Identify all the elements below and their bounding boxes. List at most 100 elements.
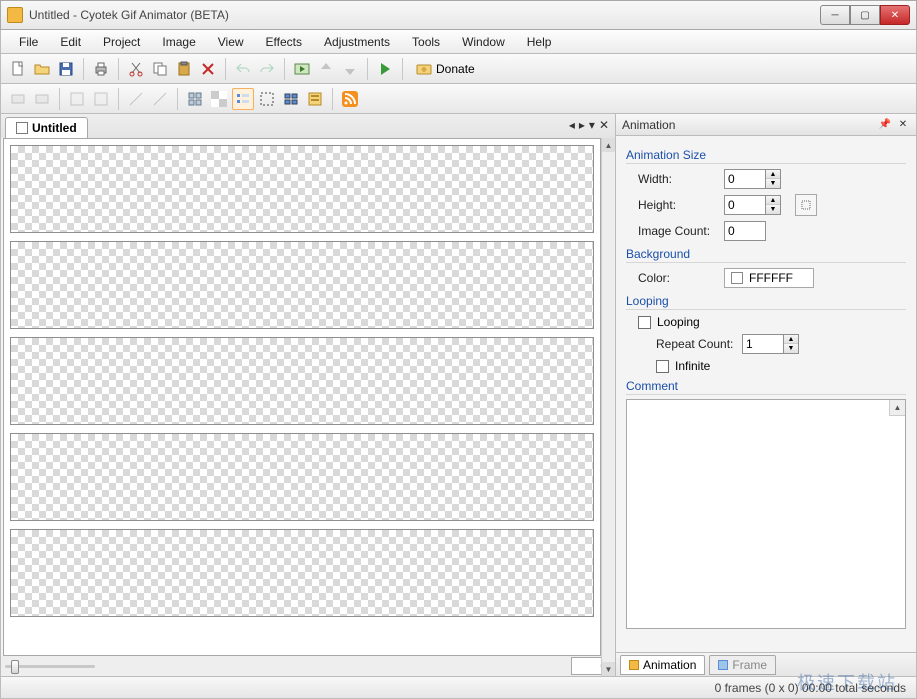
menu-view[interactable]: View [208,33,254,51]
tab-frame-label: Frame [732,658,767,672]
panel-tabs: Animation Frame [616,652,916,676]
comment-textarea[interactable]: ▲ [626,399,906,629]
repeat-down[interactable]: ▼ [784,344,798,353]
panel-title: Animation [622,118,874,132]
minimize-button[interactable]: ─ [820,5,850,25]
height-up[interactable]: ▲ [766,196,780,205]
tab-frame[interactable]: Frame [709,655,776,675]
looping-checkbox[interactable] [638,316,651,329]
tab-animation-icon [629,660,639,670]
infinite-checkbox-label: Infinite [675,359,710,373]
donate-label: Donate [436,62,475,76]
document-tabs: Untitled ◂ ▸ ▾ ✕ [1,114,615,138]
document-tab-label: Untitled [32,121,77,135]
section-comment: Comment [626,379,906,395]
select-icon[interactable] [256,88,278,110]
tool-a[interactable] [7,88,29,110]
save-button[interactable] [55,58,77,80]
donate-button[interactable]: Donate [409,58,482,80]
print-button[interactable] [90,58,112,80]
delete-button[interactable] [197,58,219,80]
thumb-view-icon[interactable] [280,88,302,110]
window-title: Untitled - Cyotek Gif Animator (BETA) [29,8,820,22]
infinite-checkbox[interactable] [656,360,669,373]
preview-button[interactable] [291,58,313,80]
redo-button[interactable] [256,58,278,80]
checker-icon[interactable] [208,88,230,110]
tool-e[interactable] [125,88,147,110]
frame-item[interactable] [10,337,594,425]
comment-scroll-up[interactable]: ▲ [889,400,905,416]
menu-window[interactable]: Window [452,33,515,51]
workspace: Untitled ◂ ▸ ▾ ✕ ▲ ▼ [0,114,917,677]
repeat-up[interactable]: ▲ [784,335,798,344]
copy-button[interactable] [149,58,171,80]
tool-f[interactable] [149,88,171,110]
tab-animation[interactable]: Animation [620,655,705,675]
height-input[interactable] [724,195,766,215]
app-icon [7,7,23,23]
resize-button[interactable] [795,194,817,216]
frame-item[interactable] [10,145,594,233]
close-button[interactable]: ✕ [880,5,910,25]
tab-frame-icon [718,660,728,670]
frame-item[interactable] [10,433,594,521]
maximize-button[interactable]: ▢ [850,5,880,25]
tool-c[interactable] [66,88,88,110]
menu-adjustments[interactable]: Adjustments [314,33,400,51]
height-label: Height: [638,198,718,212]
menubar: File Edit Project Image View Effects Adj… [0,30,917,54]
rss-icon[interactable] [339,88,361,110]
document-tab[interactable]: Untitled [5,117,88,138]
imagecount-label: Image Count: [638,224,718,238]
menu-effects[interactable]: Effects [256,33,312,51]
scroll-up-icon[interactable]: ▲ [602,138,615,152]
canvas-panel: Untitled ◂ ▸ ▾ ✕ ▲ ▼ [1,114,616,676]
imagecount-input[interactable] [724,221,766,241]
tab-prev[interactable]: ◂ [569,118,575,132]
tool-d[interactable] [90,88,112,110]
width-down[interactable]: ▼ [766,179,780,188]
vertical-scrollbar[interactable]: ▲ ▼ [601,138,615,676]
panel-close-icon[interactable]: ✕ [896,118,910,132]
section-background: Background [626,247,906,263]
pin-icon[interactable]: 📌 [878,118,892,132]
tab-close[interactable]: ✕ [599,118,609,132]
frame-item[interactable] [10,529,594,617]
menu-project[interactable]: Project [93,33,150,51]
zoom-thumb[interactable] [11,660,19,674]
props-icon[interactable] [304,88,326,110]
menu-file[interactable]: File [9,33,48,51]
list-view-icon[interactable] [232,88,254,110]
menu-image[interactable]: Image [152,33,205,51]
grid-icon[interactable] [184,88,206,110]
toolbar-secondary [0,84,917,114]
zoom-slider[interactable] [5,659,95,673]
menu-help[interactable]: Help [517,33,562,51]
tab-menu[interactable]: ▾ [589,118,595,132]
new-button[interactable] [7,58,29,80]
width-input[interactable] [724,169,766,189]
color-picker[interactable]: FFFFFF [724,268,814,288]
section-looping: Looping [626,294,906,310]
tab-next[interactable]: ▸ [579,118,585,132]
open-button[interactable] [31,58,53,80]
frame-list[interactable] [4,139,600,655]
run-button[interactable] [374,58,396,80]
undo-button[interactable] [232,58,254,80]
paste-button[interactable] [173,58,195,80]
width-up[interactable]: ▲ [766,170,780,179]
move-down-button[interactable] [339,58,361,80]
move-up-button[interactable] [315,58,337,80]
frame-item[interactable] [10,241,594,329]
color-swatch [731,272,743,284]
menu-edit[interactable]: Edit [50,33,91,51]
menu-tools[interactable]: Tools [402,33,450,51]
tool-b[interactable] [31,88,53,110]
cut-button[interactable] [125,58,147,80]
statusbar: 0 frames (0 x 0) 00:00 total seconds [0,677,917,699]
scroll-down-icon[interactable]: ▼ [602,662,615,676]
repeat-input[interactable] [742,334,784,354]
height-down[interactable]: ▼ [766,205,780,214]
document-icon [16,122,28,134]
